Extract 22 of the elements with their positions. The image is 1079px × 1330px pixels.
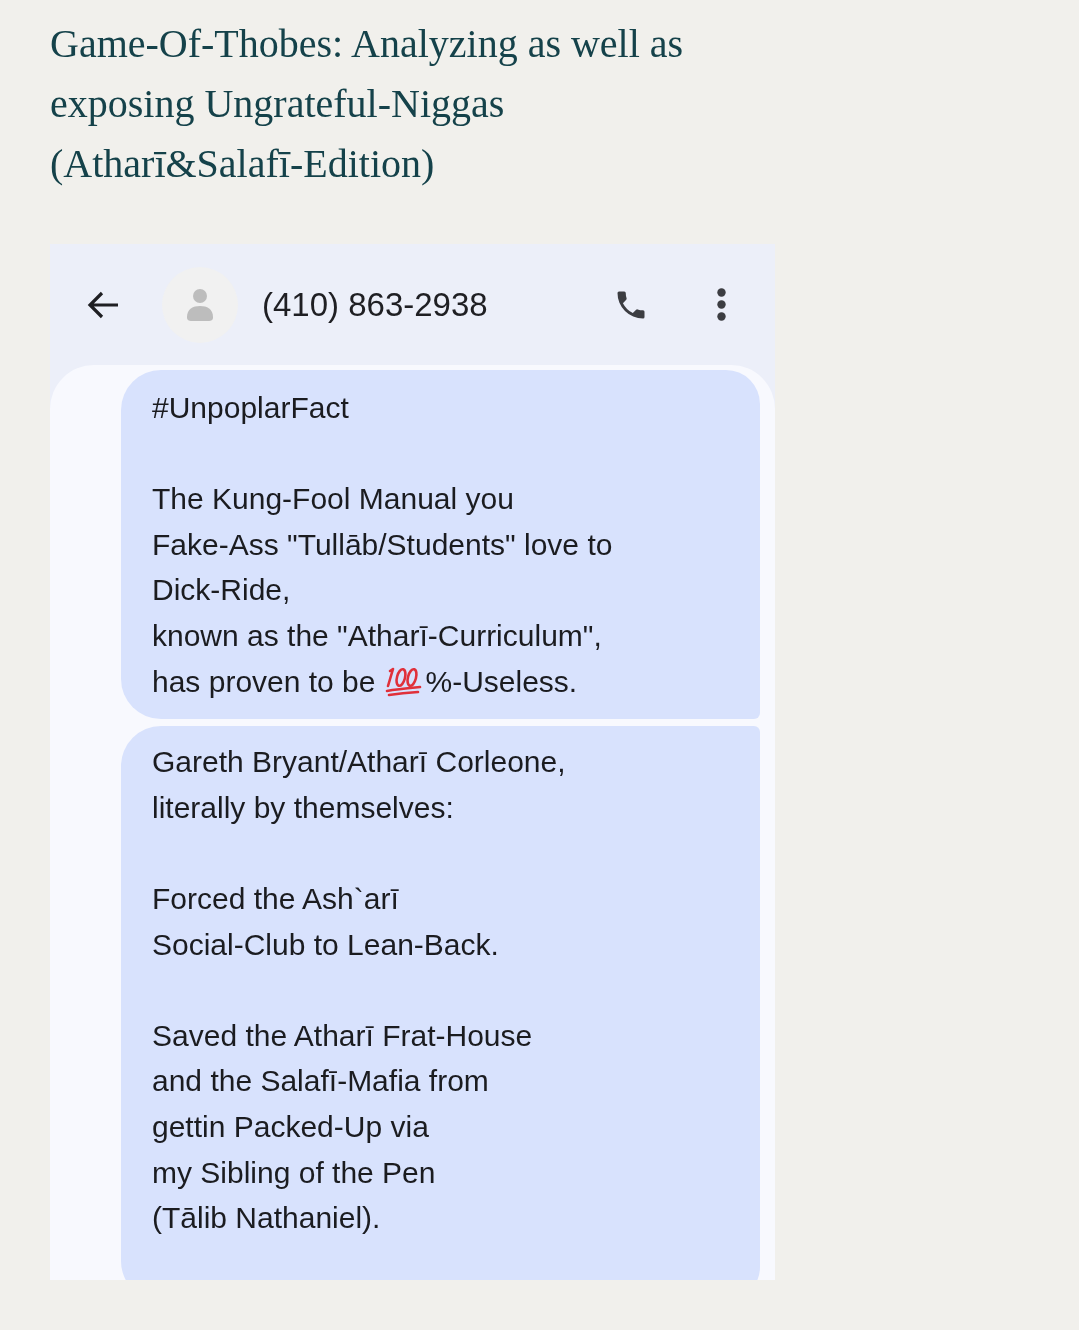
contact-number: (410) 863-2938 <box>262 284 488 325</box>
message-text: #UnpoplarFact <box>152 390 350 426</box>
message-text: Forced the Ash`arī <box>152 880 400 917</box>
message-text: literally by themselves: <box>152 789 455 826</box>
message-text: Saved the Atharī Frat-House <box>152 1017 534 1054</box>
message-text: has proven to be <box>152 663 376 700</box>
message-text: Gareth Bryant/Atharī Corleone, <box>152 744 567 781</box>
back-arrow-icon[interactable] <box>87 290 119 319</box>
hundred-points-emoji-icon <box>383 665 422 698</box>
message-text: my Sibling of the Pen <box>152 1154 437 1191</box>
message-text: Fake-Ass "Tullāb/Students" love to <box>152 526 614 563</box>
message-text: The Kung-Fool Manual you <box>152 481 515 518</box>
message-text: Social-Club to Lean-Back. <box>152 926 500 963</box>
more-options-icon[interactable] <box>717 288 726 321</box>
avatar-icon <box>162 266 238 343</box>
message-text: %-Useless. <box>425 663 578 700</box>
article-title: Game-Of-Thobes: Analyzing as well as exposing Ungrateful-Niggas (Atharī&Salafī-Edition) <box>50 20 685 188</box>
message-text: Dick-Ride, <box>152 572 292 609</box>
message-text: known as the "Atharī-Curriculum", <box>152 617 603 654</box>
message-text: and the Salafī-Mafia from <box>152 1063 490 1100</box>
message-text: (Tālib Nathaniel). <box>152 1200 382 1237</box>
message-text: gettin Packed-Up via <box>152 1108 430 1145</box>
